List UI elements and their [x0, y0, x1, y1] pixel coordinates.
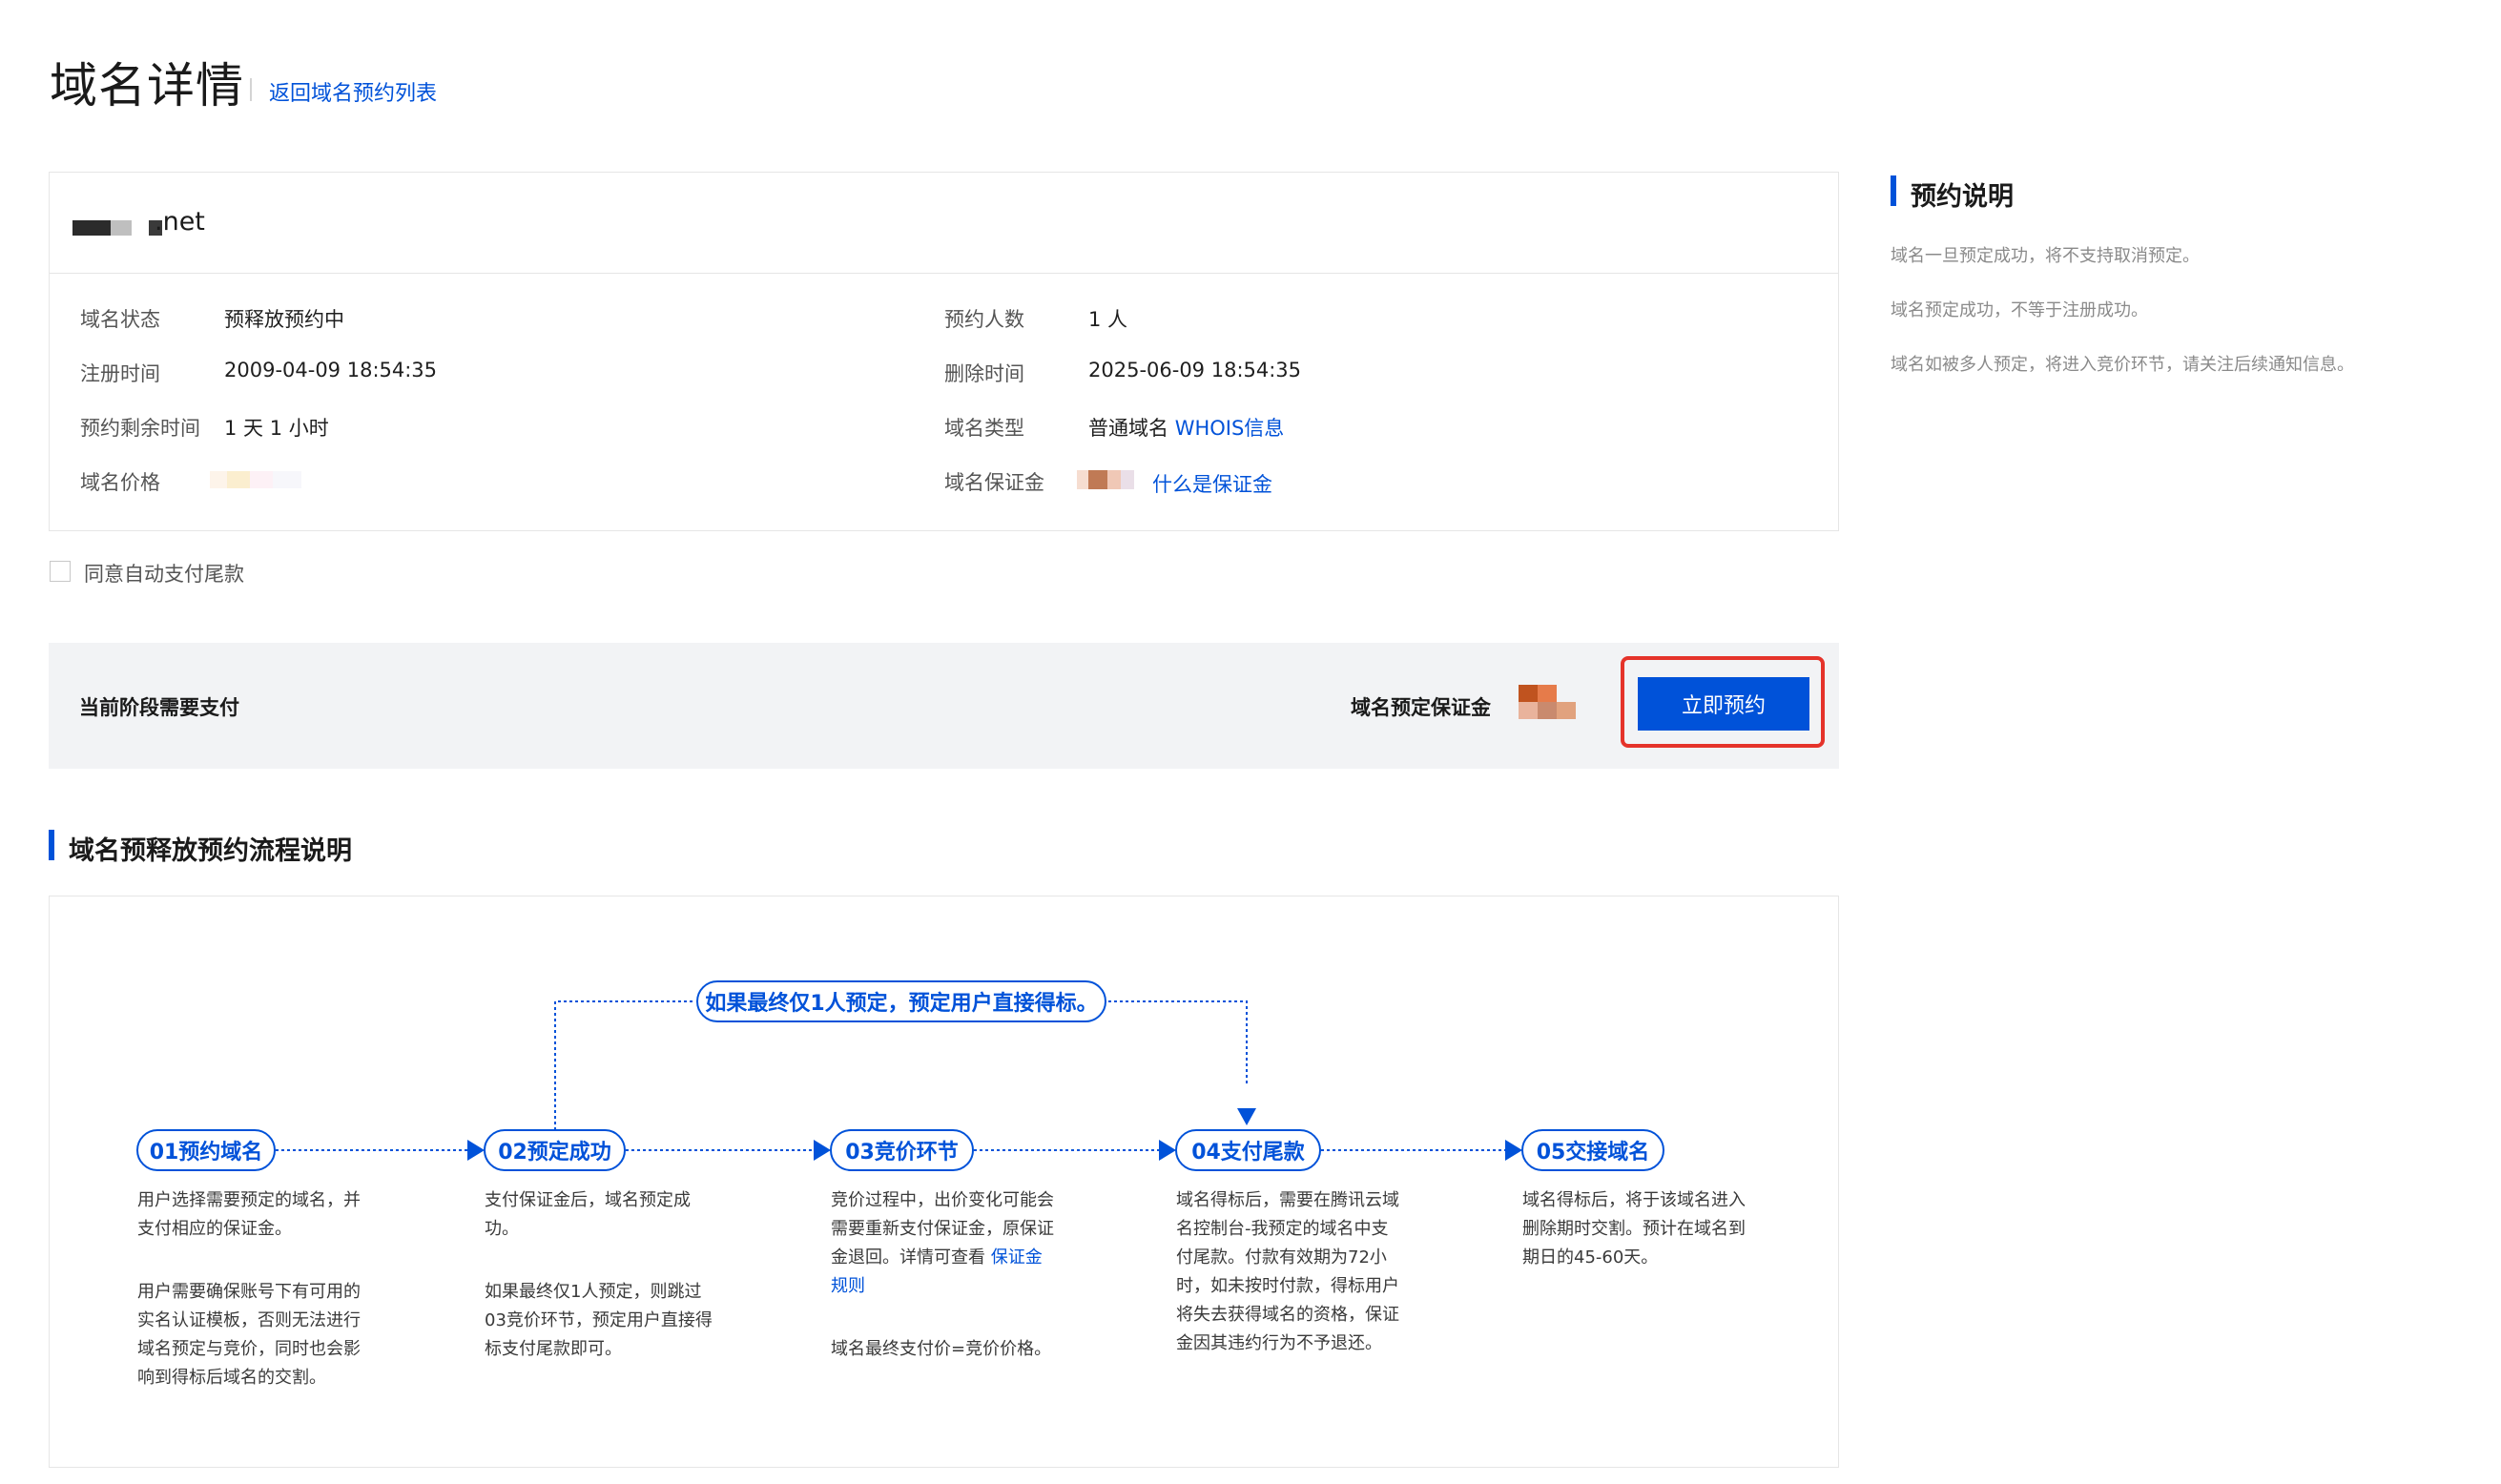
arrow-to-04	[1159, 1140, 1176, 1161]
payment-bar: 当前阶段需要支付 域名预定保证金 立即预约	[49, 643, 1839, 769]
flow-card: 如果最终仅1人预定，预定用户直接得标。 01预约域名 02预定成功 03竞价环节…	[49, 896, 1839, 1468]
domain-info-card: .net 域名状态 预释放预约中 注册时间 2009-04-09 18:54:3…	[49, 172, 1839, 531]
reg-time-value: 2009-04-09 18:54:35	[224, 359, 438, 381]
domain-name-header: .net	[50, 173, 1838, 274]
step-05-pill: 05交接域名	[1521, 1129, 1664, 1171]
type-value: 普通域名 WHOIS信息	[1088, 413, 1284, 442]
payment-deposit-label: 域名预定保证金	[1351, 696, 1491, 719]
flow-section-title: 域名预释放预约流程说明	[69, 836, 352, 866]
reservers-label: 预约人数	[944, 308, 1024, 331]
back-to-list-link[interactable]: 返回域名预约列表	[269, 76, 437, 107]
type-label: 域名类型	[944, 417, 1024, 440]
deposit-label: 域名保证金	[944, 471, 1044, 494]
bypass-left	[554, 1000, 693, 1130]
arrow-to-02	[467, 1140, 485, 1161]
reservation-notes-title: 预约说明	[1911, 182, 2014, 212]
bypass-note-pill: 如果最终仅1人预定，预定用户直接得标。	[696, 980, 1106, 1022]
remaining-time-label: 预约剩余时间	[80, 417, 200, 440]
step-05-desc: 域名得标后，将于该域名进入 删除期时交割。预计在域名到 期日的45-60天。	[1522, 1190, 1746, 1268]
domain-name-suffix: .net	[155, 207, 205, 237]
arrow-to-03	[814, 1140, 831, 1161]
deposit-rules-link[interactable]: 保证金	[991, 1247, 1043, 1268]
note-3: 域名如被多人预定，将进入竞价环节，请关注后续通知信息。	[1891, 355, 2354, 375]
step-03-desc: 竞价过程中，出价变化可能会 需要重新支付保证金，原保证 金退回。详情可查看 保证…	[831, 1190, 1054, 1359]
arrow-to-05	[1505, 1140, 1522, 1161]
step-01-desc: 用户选择需要预定的域名，并 支付相应的保证金。 用户需要确保账号下有可用的 实名…	[137, 1190, 361, 1388]
reg-time-label: 注册时间	[80, 362, 160, 385]
bypass-right	[1108, 1000, 1248, 1083]
autopay-checkbox[interactable]	[50, 561, 71, 582]
what-is-deposit-link[interactable]: 什么是保证金	[1152, 469, 1272, 498]
notes-title-bar	[1891, 175, 1896, 206]
step-04-desc: 域名得标后，需要在腾讯云域 名控制台-我预定的域名中支 付尾款。付款有效期为72…	[1176, 1190, 1399, 1353]
flow-title-bar	[49, 830, 54, 860]
step-01-pill: 01预约域名	[136, 1129, 276, 1171]
reservers-value: 1 人	[1088, 308, 1128, 331]
status-value: 预释放预约中	[224, 308, 344, 331]
step-02-desc: 支付保证金后，域名预定成 功。 如果最终仅1人预定，则跳过 03竞价环节，预定用…	[485, 1190, 713, 1359]
remaining-time-value: 1 天 1 小时	[224, 417, 329, 440]
note-1: 域名一旦预定成功，将不支持取消预定。	[1891, 246, 2200, 266]
step-03-pill: 03竞价环节	[830, 1129, 974, 1171]
step-04-pill: 04支付尾款	[1175, 1129, 1321, 1171]
status-label: 域名状态	[80, 308, 160, 331]
step-02-pill: 02预定成功	[484, 1129, 626, 1171]
del-time-value: 2025-06-09 18:54:35	[1088, 359, 1302, 381]
page-title: 域名详情	[50, 58, 244, 113]
reserve-now-button[interactable]: 立即预约	[1638, 677, 1809, 731]
deposit-rules-link-cont[interactable]: 规则	[831, 1276, 865, 1296]
type-value-text: 普通域名	[1088, 417, 1168, 440]
whois-link[interactable]: WHOIS信息	[1175, 417, 1285, 440]
del-time-label: 删除时间	[944, 362, 1024, 385]
autopay-label[interactable]: 同意自动支付尾款	[84, 559, 244, 587]
arrow-to-04-bypass	[1237, 1108, 1256, 1125]
price-label: 域名价格	[80, 471, 160, 494]
payment-stage-label: 当前阶段需要支付	[79, 696, 239, 719]
note-2: 域名预定成功，不等于注册成功。	[1891, 300, 2148, 320]
title-divider	[250, 78, 252, 101]
